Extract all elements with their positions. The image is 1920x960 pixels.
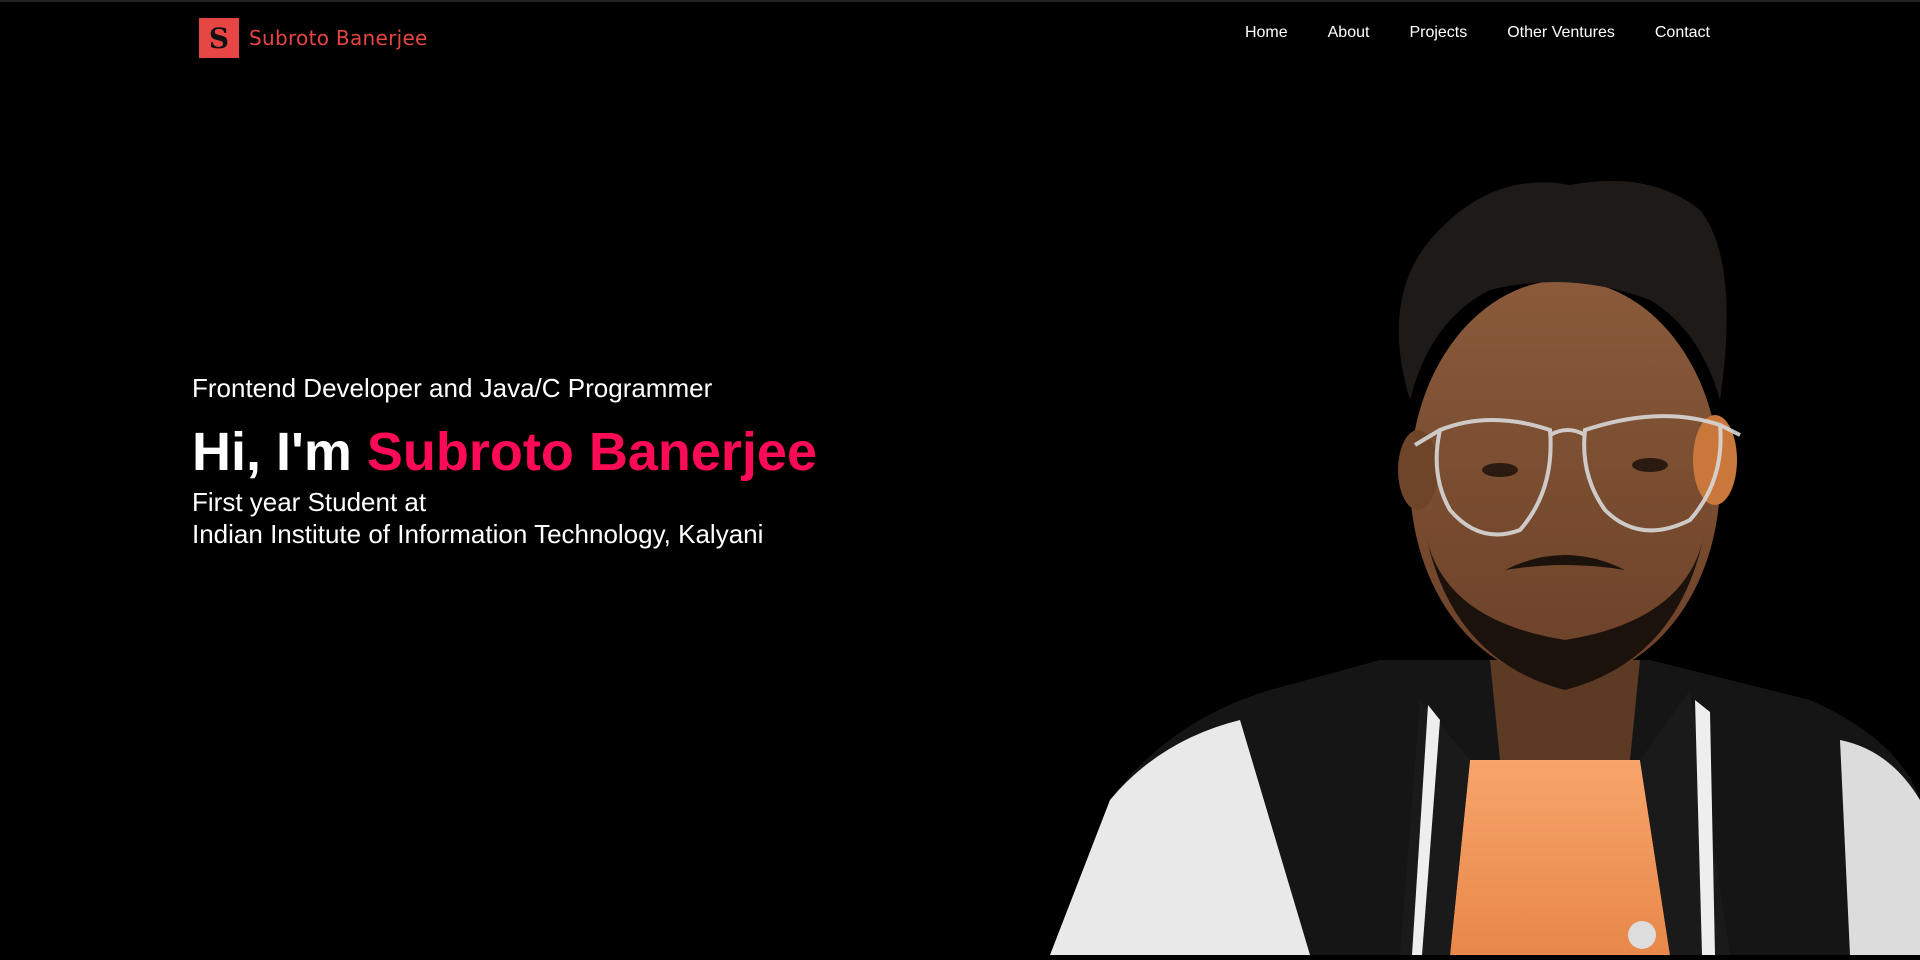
hero-section: Frontend Developer and Java/C Programmer… [192, 372, 1092, 550]
brand-logo-letter: S [209, 22, 229, 55]
hero-description: First year Student at Indian Institute o… [192, 486, 1092, 550]
hero-headline: Hi, I'm Subroto Banerjee [192, 422, 1092, 482]
portrait-photo-icon [1050, 100, 1920, 955]
brand-link[interactable]: S Subroto Banerjee [199, 18, 428, 58]
brand-logo-icon: S [199, 18, 239, 58]
nav-item-other-ventures[interactable]: Other Ventures [1507, 24, 1615, 41]
hero-subtitle: Frontend Developer and Java/C Programmer [192, 373, 713, 403]
navbar: S Subroto Banerjee Home About Projects O… [0, 0, 1920, 72]
hero-name: Subroto Banerjee [366, 422, 817, 482]
nav-item-projects[interactable]: Projects [1409, 24, 1467, 41]
hero-desc-line2: Indian Institute of Information Technolo… [192, 519, 764, 549]
hero-greeting: Hi, I'm [192, 422, 352, 482]
nav-item-home[interactable]: Home [1245, 24, 1288, 41]
nav-item-about[interactable]: About [1328, 24, 1370, 41]
hero-desc-line1: First year Student at [192, 487, 427, 517]
nav-menu: Home About Projects Other Ventures Conta… [1245, 24, 1710, 42]
brand-name: Subroto Banerjee [249, 26, 428, 50]
nav-item-contact[interactable]: Contact [1655, 24, 1710, 41]
